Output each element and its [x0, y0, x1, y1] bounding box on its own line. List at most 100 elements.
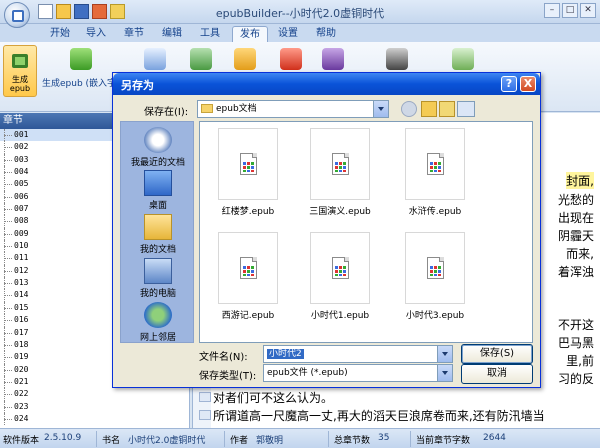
window-controls: – □ ✕ — [544, 3, 596, 18]
author-value: 郭敬明 — [256, 436, 284, 446]
publish-icon[interactable] — [144, 48, 166, 70]
device-icon[interactable] — [452, 48, 474, 70]
editor-fragment: 阴霾天 — [557, 229, 594, 243]
version-value: 2.5.10.9 — [44, 433, 82, 443]
up-folder-icon[interactable] — [421, 101, 437, 117]
file-name: 水浒传.epub — [408, 207, 462, 217]
network-place[interactable]: 网上邻居 — [121, 302, 195, 343]
view-menu-icon[interactable] — [457, 101, 475, 117]
back-icon[interactable] — [401, 101, 417, 117]
paragraph-icon — [199, 392, 211, 402]
maximize-icon[interactable]: □ — [562, 3, 578, 18]
epub-file-icon — [405, 232, 465, 304]
file-item[interactable]: 小时代1.epub — [300, 232, 380, 321]
filename-dropdown[interactable] — [437, 345, 453, 363]
editor-fragment: 习的反 — [557, 372, 594, 386]
paragraph-icon — [199, 410, 211, 420]
chapter-item[interactable]: 022 — [0, 388, 189, 401]
editor-fragment: 而来, — [566, 247, 594, 261]
author-label: 作者 — [230, 436, 249, 446]
tab-chapter[interactable]: 章节 — [118, 26, 150, 42]
recent-docs-place[interactable]: 我最近的文档 — [121, 127, 195, 168]
file-item[interactable]: 西游记.epub — [208, 232, 288, 321]
file-list[interactable]: 红楼梦.epub 三国演义.epub 水浒传.epub 西游记.epub 小时代… — [199, 121, 533, 343]
tab-help[interactable]: 帮助 — [310, 26, 342, 42]
title-bar: epubBuilder--小时代2.0虚铜时代 – □ ✕ — [0, 0, 600, 28]
desktop-place[interactable]: 桌面 — [121, 170, 195, 211]
editor-fragment: 着浑浊 — [557, 265, 594, 279]
place-label: 网上邻居 — [139, 333, 176, 343]
chevron-down-icon[interactable] — [373, 101, 388, 117]
epub-file-icon — [218, 128, 278, 200]
save-in-value: epub文档 — [216, 104, 257, 114]
build-label-2: epub — [9, 84, 31, 93]
editor-line: 对者们可不这么认为。 — [213, 391, 334, 405]
place-label: 我的文档 — [139, 245, 176, 255]
file-item[interactable]: 三国演义.epub — [300, 128, 380, 217]
dialog-title: 另存为 — [121, 79, 154, 92]
help-button[interactable]: ? — [501, 76, 517, 92]
book-icon[interactable] — [322, 48, 344, 70]
build-icon — [12, 54, 28, 68]
tab-settings[interactable]: 设置 — [272, 26, 304, 42]
filename-value: 小时代2 — [267, 349, 304, 359]
status-divider — [224, 431, 225, 447]
chevron-down-icon[interactable] — [437, 346, 452, 362]
save-in-dropdown[interactable]: epub文档 — [197, 100, 389, 118]
status-divider — [96, 431, 97, 447]
tab-publish[interactable]: 发布 — [232, 26, 268, 42]
chapter-item[interactable]: 024 — [0, 412, 189, 426]
pdf-icon[interactable] — [280, 48, 302, 70]
tab-tools[interactable]: 工具 — [194, 26, 226, 42]
chapter-item[interactable]: 023 — [0, 400, 189, 414]
file-item[interactable]: 小时代3.epub — [395, 232, 475, 321]
filetype-value: epub文件 (*.epub) — [267, 368, 348, 378]
app-logo-icon — [12, 10, 24, 22]
status-divider — [328, 431, 329, 447]
window-title: epubBuilder--小时代2.0虚铜时代 — [215, 7, 385, 20]
tab-import[interactable]: 导入 — [80, 26, 112, 42]
ribbon-tabs: 开始 导入 章节 编辑 工具 发布 设置 帮助 — [0, 24, 600, 42]
editor-fragment: 光愁的 — [557, 193, 594, 207]
app-window: epubBuilder--小时代2.0虚铜时代 – □ ✕ 开始 导入 章节 编… — [0, 0, 600, 448]
tab-start[interactable]: 开始 — [44, 26, 76, 42]
my-documents-place[interactable]: 我的文档 — [121, 214, 195, 255]
filetype-dropdown[interactable]: epub文件 (*.epub) — [263, 364, 453, 382]
status-divider — [410, 431, 411, 447]
snb-icon[interactable] — [190, 48, 212, 70]
tab-edit[interactable]: 编辑 — [156, 26, 188, 42]
file-name: 西游记.epub — [221, 311, 275, 321]
file-item[interactable]: 水浒传.epub — [395, 128, 475, 217]
cancel-button[interactable]: 取消 — [461, 364, 533, 384]
places-bar: 我最近的文档 桌面 我的文档 我的电脑 网上邻居 — [120, 121, 194, 343]
new-folder-icon[interactable] — [439, 101, 455, 117]
filename-label: 文件名(N): — [199, 352, 248, 363]
phone-icon[interactable] — [386, 48, 408, 70]
status-bar: 软件版本 2.5.10.9 书名 小时代2.0虚铜时代 作者 郭敬明 总章节数 … — [0, 428, 600, 448]
app-menu-orb[interactable] — [4, 2, 30, 28]
editor-fragment: 巴马黑 — [557, 336, 594, 350]
build-epub-button[interactable]: 生成 epub — [3, 45, 37, 97]
web-icon[interactable] — [234, 48, 256, 70]
version-label: 软件版本 — [3, 436, 40, 446]
desktop-icon — [144, 170, 172, 196]
char-count-label: 当前章节字数 — [416, 436, 471, 446]
editor-fragment: 封面, — [566, 172, 594, 189]
filename-input[interactable]: 小时代2 — [263, 345, 453, 363]
dialog-close-button[interactable]: X — [520, 76, 536, 92]
filetype-label: 保存类型(T): — [199, 371, 257, 382]
network-icon — [144, 302, 172, 328]
file-name: 红楼梦.epub — [221, 207, 275, 217]
epub-file-icon — [405, 128, 465, 200]
save-as-dialog: 另存为 ? X 保存在(I): epub文档 我最近的文档 桌面 我的文档 我的… — [112, 72, 541, 388]
embed-font-icon — [70, 48, 92, 70]
folder-icon — [201, 104, 213, 113]
chevron-down-icon[interactable] — [437, 365, 452, 381]
epub-file-icon — [310, 232, 370, 304]
close-icon[interactable]: ✕ — [580, 3, 596, 18]
minimize-icon[interactable]: – — [544, 3, 560, 18]
place-label: 我最近的文档 — [130, 158, 185, 168]
save-button[interactable]: 保存(S) — [461, 344, 533, 364]
my-computer-place[interactable]: 我的电脑 — [121, 258, 195, 299]
file-item[interactable]: 红楼梦.epub — [208, 128, 288, 217]
